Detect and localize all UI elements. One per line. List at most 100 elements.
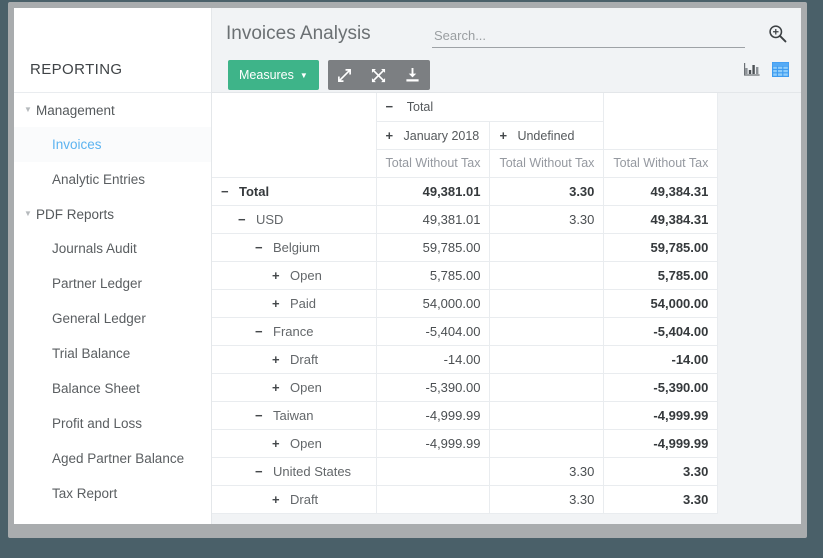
search-zoom-icon[interactable] (768, 24, 787, 46)
table-cell-value[interactable]: -4,999.99 (376, 401, 490, 429)
table-cell-value[interactable]: 5,785.00 (376, 261, 490, 289)
pivot-table-body: −Total49,381.013.3049,384.31−USD49,381.0… (212, 177, 718, 513)
row-header-label: Open (290, 380, 322, 395)
sidebar-item-partner-ledger[interactable]: Partner Ledger (14, 266, 211, 301)
table-cell-value[interactable]: -5,404.00 (376, 317, 490, 345)
grand-total-corner (604, 93, 718, 149)
measures-label: Measures (239, 68, 294, 82)
table-cell-value[interactable]: -4,999.99 (604, 429, 718, 457)
table-cell-value[interactable]: 3.30 (604, 457, 718, 485)
column-subgroup-header[interactable]: +January 2018 (376, 121, 490, 149)
sidebar-item-balance-sheet[interactable]: Balance Sheet (14, 371, 211, 406)
pivot-table: − Total +January 2018+Undefined Total Wi… (212, 93, 718, 514)
table-cell-value[interactable]: -14.00 (604, 345, 718, 373)
table-cell-value[interactable]: -5,390.00 (376, 373, 490, 401)
table-cell-value[interactable]: 3.30 (490, 205, 604, 233)
table-cell-value[interactable]: 49,381.01 (376, 205, 490, 233)
collapse-toggle-icon: − (386, 99, 399, 114)
table-cell-value[interactable]: -5,404.00 (604, 317, 718, 345)
table-cell-value[interactable]: 54,000.00 (376, 289, 490, 317)
sidebar-item-label: Aged Partner Balance (52, 451, 184, 466)
row-header-open[interactable]: +Open (212, 373, 376, 401)
table-cell-value[interactable]: 3.30 (490, 457, 604, 485)
table-cell-value[interactable]: 3.30 (604, 485, 718, 513)
sidebar-item-invoices[interactable]: Invoices (14, 127, 211, 162)
measure-header[interactable]: Total Without Tax (490, 149, 604, 177)
sidebar-item-general-ledger[interactable]: General Ledger (14, 301, 211, 336)
table-row: +Open-4,999.99-4,999.99 (212, 429, 718, 457)
row-header-paid[interactable]: + Paid (212, 289, 376, 317)
expand-all-icon[interactable] (362, 60, 396, 90)
table-cell-value[interactable] (490, 317, 604, 345)
table-cell-value[interactable]: 59,785.00 (376, 233, 490, 261)
table-row: −USD49,381.013.3049,384.31 (212, 205, 718, 233)
sidebar-group-management[interactable]: ▼Management (14, 93, 211, 127)
table-cell-value[interactable] (490, 345, 604, 373)
column-subgroup-label: January 2018 (404, 129, 480, 143)
flip-axis-icon[interactable] (328, 60, 362, 90)
table-cell-value[interactable]: 49,384.31 (604, 205, 718, 233)
expand-toggle-icon: + (272, 296, 285, 311)
table-cell-value[interactable]: -5,390.00 (604, 373, 718, 401)
bar-chart-view-icon[interactable] (744, 62, 760, 80)
search-input[interactable] (432, 28, 745, 48)
table-cell-value[interactable] (376, 457, 490, 485)
row-header-taiwan[interactable]: −Taiwan (212, 401, 376, 429)
row-header-united-states[interactable]: −United States (212, 457, 376, 485)
measure-header[interactable]: Total Without Tax (604, 149, 718, 177)
table-cell-value[interactable]: 49,381.01 (376, 177, 490, 205)
row-header-label: Paid (290, 296, 316, 311)
sidebar-item-trial-balance[interactable]: Trial Balance (14, 336, 211, 371)
corner-cell (212, 93, 376, 177)
sidebar-item-tax-report[interactable]: Tax Report (14, 476, 211, 511)
table-cell-value[interactable]: 3.30 (490, 485, 604, 513)
sidebar-item-analytic-entries[interactable]: Analytic Entries (14, 162, 211, 197)
row-header-open[interactable]: +Open (212, 261, 376, 289)
table-cell-value[interactable] (490, 401, 604, 429)
table-cell-value[interactable] (490, 373, 604, 401)
sidebar-item-profit-and-loss[interactable]: Profit and Loss (14, 406, 211, 441)
chevron-down-icon: ▼ (300, 72, 308, 80)
table-row: +Open5,785.005,785.00 (212, 261, 718, 289)
pivot-table-view-icon[interactable] (772, 62, 789, 80)
table-row: −Taiwan-4,999.99-4,999.99 (212, 401, 718, 429)
row-header-draft[interactable]: +Draft (212, 485, 376, 513)
table-cell-value[interactable]: 49,384.31 (604, 177, 718, 205)
table-cell-value[interactable]: 3.30 (490, 177, 604, 205)
sidebar-group-pdf-reports[interactable]: ▼PDF Reports (14, 197, 211, 231)
table-cell-value[interactable] (490, 233, 604, 261)
sidebar-item-label: Journals Audit (52, 241, 137, 256)
column-subgroup-header[interactable]: +Undefined (490, 121, 604, 149)
main-panel: Invoices Analysis Measures ▼ (212, 8, 801, 524)
sidebar-item-journals-audit[interactable]: Journals Audit (14, 231, 211, 266)
column-group-total[interactable]: − Total (376, 93, 604, 121)
row-header-france[interactable]: −France (212, 317, 376, 345)
pivot-table-container[interactable]: − Total +January 2018+Undefined Total Wi… (212, 93, 801, 524)
table-cell-value[interactable]: 59,785.00 (604, 233, 718, 261)
column-group-label: Total (407, 100, 433, 114)
sidebar-group-label: Management (36, 103, 115, 118)
table-cell-value[interactable] (490, 261, 604, 289)
table-cell-value[interactable]: -4,999.99 (376, 429, 490, 457)
column-subgroup-label: Undefined (517, 129, 574, 143)
row-header-total[interactable]: −Total (212, 177, 376, 205)
row-header-belgium[interactable]: −Belgium (212, 233, 376, 261)
row-header-open[interactable]: +Open (212, 429, 376, 457)
download-xlsx-icon[interactable] (396, 60, 430, 90)
row-header-label: Total (239, 184, 269, 199)
table-cell-value[interactable] (376, 485, 490, 513)
table-cell-value[interactable]: -4,999.99 (604, 401, 718, 429)
row-header-usd[interactable]: −USD (212, 205, 376, 233)
table-cell-value[interactable] (490, 429, 604, 457)
table-cell-value[interactable]: -14.00 (376, 345, 490, 373)
sidebar-item-aged-partner-balance[interactable]: Aged Partner Balance (14, 441, 211, 476)
table-cell-value[interactable] (490, 289, 604, 317)
caret-down-icon: ▼ (20, 106, 36, 114)
table-cell-value[interactable]: 5,785.00 (604, 261, 718, 289)
table-cell-value[interactable]: 54,000.00 (604, 289, 718, 317)
row-header-draft[interactable]: +Draft (212, 345, 376, 373)
table-row: +Draft-14.00-14.00 (212, 345, 718, 373)
measures-dropdown-button[interactable]: Measures ▼ (228, 60, 319, 90)
measure-header[interactable]: Total Without Tax (376, 149, 490, 177)
expand-toggle-icon: + (272, 436, 285, 451)
